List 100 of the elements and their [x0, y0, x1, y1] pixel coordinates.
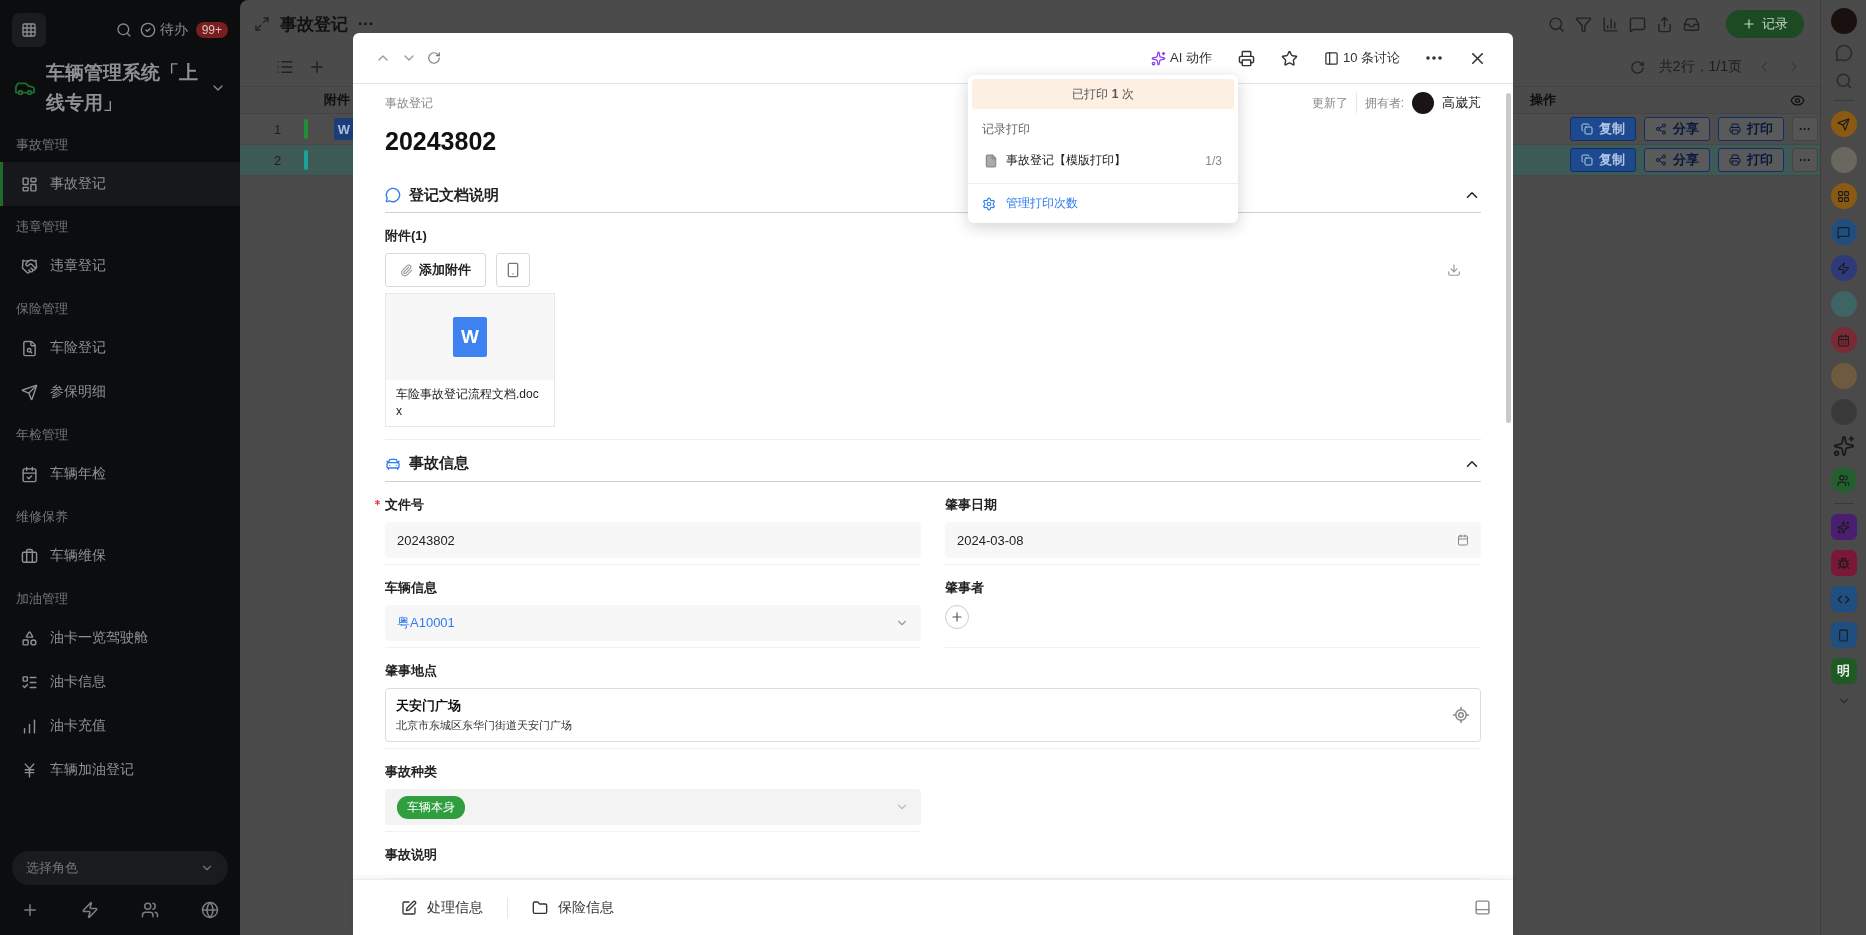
nav-item[interactable]: 车险登记 — [0, 326, 240, 370]
phone-app-icon[interactable] — [1830, 622, 1857, 648]
select-field[interactable]: 粤A10001 — [385, 605, 921, 641]
owner-label: 拥有者: — [1364, 94, 1404, 112]
discussion-button[interactable]: 10 条讨论 — [1315, 49, 1408, 67]
row-action-button[interactable]: 复制 — [1570, 148, 1636, 172]
nav-group-title: 事故管理 — [15, 136, 69, 154]
print-count: 已打印 1 次 — [972, 79, 1234, 109]
list-icon[interactable] — [276, 58, 294, 76]
date-field[interactable]: 2024-03-08 — [945, 522, 1481, 558]
add-person-button[interactable] — [945, 605, 969, 629]
bug-app-icon[interactable] — [1830, 550, 1857, 576]
nav-item[interactable]: 油卡信息 — [0, 660, 240, 704]
ai-app-icon[interactable] — [1830, 514, 1857, 540]
nav-item[interactable]: 油卡充值 — [0, 704, 240, 748]
app-icon[interactable]: 明 — [1830, 658, 1857, 684]
folder-icon — [532, 899, 548, 916]
star-icon — [1280, 49, 1298, 67]
add-icon[interactable] — [308, 58, 326, 76]
scrollbar[interactable] — [1506, 93, 1511, 423]
add-icon[interactable] — [21, 901, 39, 919]
page-title: 事故登记 — [280, 13, 348, 36]
nav-group-title: 保险管理 — [15, 300, 69, 318]
refresh-icon[interactable] — [427, 51, 441, 65]
paper-plane-app-icon[interactable] — [1830, 111, 1857, 137]
select-field[interactable]: 车辆本身 — [385, 789, 921, 825]
calendar-app-icon[interactable] — [1830, 327, 1857, 353]
nav-group-title: 违章管理 — [15, 218, 69, 236]
dashboard-icon — [21, 175, 38, 193]
nav-item[interactable]: 车辆维保 — [0, 534, 240, 578]
bar-chart-icon[interactable] — [1602, 15, 1619, 33]
refresh-icon[interactable] — [1629, 59, 1645, 75]
word-file-icon: W — [453, 317, 487, 358]
location-field[interactable]: 天安门广场 北京市东城区东华门街道天安门广场 — [385, 688, 1481, 742]
nav-item[interactable]: 车辆年检 — [0, 452, 240, 496]
section-title: 登记文档说明 — [409, 185, 499, 205]
avatar[interactable] — [1830, 8, 1857, 34]
avatar[interactable] — [1830, 291, 1857, 317]
add-record-button[interactable]: 记录 — [1726, 10, 1804, 38]
nav-item[interactable]: 车辆加油登记 — [0, 748, 240, 792]
paper-plane-icon — [21, 383, 38, 401]
column-header: 操作 — [1530, 91, 1556, 109]
tab[interactable]: 保险信息 — [520, 898, 626, 917]
filter-icon[interactable] — [1575, 15, 1592, 33]
chat-icon[interactable] — [1834, 44, 1853, 62]
file-name: 车险事故登记流程文档.docx — [395, 386, 540, 421]
plus-icon — [950, 610, 964, 624]
nav-item[interactable]: 参保明细 — [0, 370, 240, 414]
file-card[interactable]: W 车险事故登记流程文档.docx — [385, 293, 555, 428]
menu-item[interactable]: 事故登记【模版打印】 1/3 — [972, 144, 1234, 177]
field-label: 文件号 — [385, 496, 424, 514]
search-icon[interactable] — [115, 22, 132, 38]
nav-item[interactable]: 事故登记 — [0, 162, 240, 206]
sparkle-icon — [1151, 50, 1166, 66]
ai-actions-button[interactable]: AI 动作 — [1143, 49, 1220, 67]
grid-app-icon[interactable] — [1830, 183, 1857, 209]
tab[interactable]: 处理信息 — [389, 898, 495, 917]
field-label: 事故说明 — [385, 846, 437, 864]
section-header[interactable]: 事故信息 — [385, 446, 1481, 482]
mobile-upload-button[interactable] — [496, 253, 530, 288]
people-icon[interactable] — [141, 901, 159, 919]
avatar[interactable] — [1830, 147, 1857, 173]
eye-icon[interactable] — [1790, 92, 1805, 108]
nav-group-title: 维修保养 — [15, 508, 69, 526]
calendar-icon — [1457, 534, 1469, 546]
record-title: 20243802 — [385, 126, 497, 156]
nav-item[interactable]: 油卡一览驾驶舱 — [0, 616, 240, 660]
nav-group-title: 年检管理 — [15, 426, 69, 444]
text-field[interactable]: 20243802 — [385, 522, 921, 558]
lightning-icon[interactable] — [81, 901, 99, 919]
nav-group-title: 加油管理 — [15, 590, 69, 608]
code-app-icon[interactable] — [1830, 586, 1857, 612]
panel-icon[interactable] — [1474, 899, 1491, 916]
role-select[interactable]: 选择角色 — [12, 851, 228, 885]
manage-print-count-link[interactable]: 管理打印次数 — [968, 183, 1238, 223]
download-icon[interactable] — [1447, 263, 1461, 278]
share-icon — [1655, 154, 1667, 166]
updated-text: 更新了 — [1311, 94, 1348, 112]
copy-icon — [1581, 123, 1593, 135]
add-attachment-button[interactable]: 添加附件 — [385, 253, 486, 288]
row-action-button[interactable]: 复制 — [1570, 117, 1636, 141]
sparkle-icon[interactable] — [1832, 435, 1855, 457]
comment-icon[interactable] — [1629, 15, 1646, 33]
globe-icon[interactable] — [201, 901, 219, 919]
message-app-icon[interactable] — [1830, 219, 1857, 245]
avatar[interactable] — [1830, 363, 1857, 389]
share-icon[interactable] — [1656, 15, 1673, 33]
nav-item[interactable]: 违章登记 — [0, 244, 240, 288]
breadcrumb: 事故登记 — [385, 94, 433, 112]
locate-icon[interactable] — [1452, 706, 1470, 724]
todo-button[interactable]: 待办 — [139, 21, 188, 39]
resize-icon[interactable] — [254, 16, 270, 32]
people-app-icon[interactable] — [1830, 467, 1857, 493]
apps-grid-button[interactable] — [12, 13, 46, 47]
inbox-icon[interactable] — [1683, 15, 1700, 33]
share-icon — [1655, 123, 1667, 135]
lightning-app-icon[interactable] — [1830, 255, 1857, 281]
document-icon — [984, 153, 998, 168]
field-label: 事故种类 — [385, 763, 437, 781]
owner-name[interactable]: 高崴芃 — [1442, 94, 1481, 113]
